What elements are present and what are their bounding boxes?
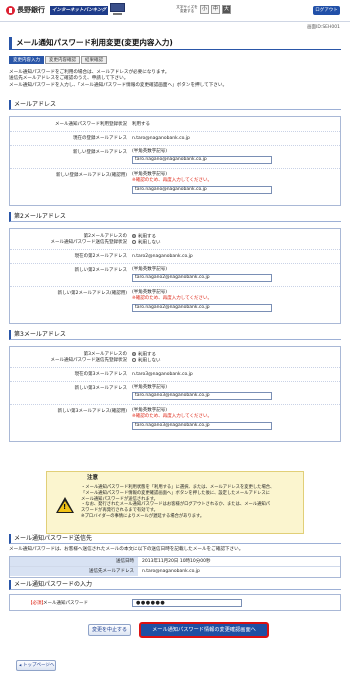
radio-nouse-3[interactable]: 利用しない	[132, 358, 161, 364]
radio-label: 利用しない	[138, 358, 161, 364]
page-title: メール通知パスワード利用変更(変更内容入力)	[9, 37, 341, 50]
radio-on-icon[interactable]	[132, 352, 136, 356]
cancel-button[interactable]: 変更を中止する	[88, 624, 131, 636]
header-bar: 長野銀行 インターネットバンキング 文字サイズを変更する 小 中 大 ログアウト	[0, 0, 350, 22]
section-heading-mail3: 第3メールアドレス	[9, 330, 341, 340]
current-mail2-label: 現在の第2メールアドレス	[74, 254, 127, 259]
radio-off-icon[interactable]	[132, 358, 136, 362]
password-input[interactable]: ●●●●●●	[132, 599, 242, 607]
send-table: 送信日時 2013年11月20日 10時10分00秒 送信先メールアドレス n.…	[9, 556, 341, 578]
new-mail2-hint: (半角英数字記号)	[132, 267, 168, 272]
notice-line: ・メール通知パスワード利用状態を「利用する」に選択、または、メールアドレスを変更…	[81, 485, 275, 490]
confirm-mail3-label: 新しい第3メールアドレス(確認用)	[57, 409, 127, 414]
radio-label: 利用する	[138, 352, 156, 358]
confirm-mail-input[interactable]: taro.nagano@naganobank.co.jp	[132, 186, 272, 194]
status-label: メール通知パスワード利用登録状況	[55, 122, 127, 127]
confirm-mail-label: 新しい登録メールアドレス(確認用)	[55, 173, 127, 178]
current-mail-value: n.taro@naganobank.co.jp	[132, 136, 190, 141]
font-size-small-button[interactable]: 小	[200, 5, 209, 14]
new-mail-hint: (半角英数字記号)	[132, 149, 168, 154]
send-description: メール通知パスワードは、お客様へ送信されたメールの本文に以下の送信日時を記載した…	[9, 547, 244, 552]
confirm-mail3-input[interactable]: taro.nagano3@naganobank.co.jp	[132, 422, 272, 430]
notice-title: 注意	[87, 475, 99, 481]
top-page-button[interactable]: トップページへ	[16, 660, 56, 671]
notice-line: 「メール通知パスワード情報の変更確認画面へ」ボタンを押した後に、設定したメールア…	[81, 490, 270, 496]
font-size-medium-button[interactable]: 中	[211, 5, 220, 14]
table-row: 送信日時 2013年11月20日 10時10分00秒	[10, 557, 340, 567]
current-mail3-label: 現在の第3メールアドレス	[74, 372, 127, 377]
new-mail3-input[interactable]: taro.nagano3@naganobank.co.jp	[132, 392, 272, 400]
new-mail3-label: 新しい第3メールアドレス	[74, 386, 127, 391]
mail-panel: メール通知パスワード利用登録状況 利用する 現在の登録メールアドレス n.tar…	[9, 116, 341, 206]
section-heading-send: メール通知パスワード送信先	[9, 534, 341, 544]
new-mail2-input[interactable]: taro.nagano2@naganobank.co.jp	[132, 274, 272, 282]
intro-text: メール通知パスワードをご利用の場合は、メールアドレスが必要になります。 送信先メ…	[9, 70, 341, 89]
service-badge: インターネットバンキング	[50, 6, 108, 15]
notice-list: ・メール通知パスワード利用状態を「利用する」に選択、または、メールアドレスを変更…	[81, 485, 299, 520]
confirm-mail2-hint: (半角英数字記号)	[132, 290, 168, 295]
send-addr-value: n.taro@naganobank.co.jp	[142, 569, 200, 574]
confirm-mail2-warning: ※確認のため、再度入力してください。	[132, 296, 212, 301]
status3-label: メール通知パスワード送信先登録状況	[50, 358, 128, 363]
radio-on-icon[interactable]	[132, 234, 136, 238]
step-indicator: 変更内容入力 変更内容確認 結果確認	[9, 56, 108, 64]
section-heading-mail: メールアドレス	[9, 100, 341, 110]
confirm-mail2-input[interactable]: taro.nagano2@naganobank.co.jp	[132, 304, 272, 312]
current-mail3-value: n.taro3@naganobank.co.jp	[132, 372, 193, 377]
radio-off-icon[interactable]	[132, 240, 136, 244]
font-size-label: 文字サイズを変更する	[176, 5, 198, 14]
bank-name: 長野銀行	[17, 6, 45, 14]
section-heading-password: メール通知パスワードの入力	[9, 580, 341, 590]
screen-id: 画面ID:SEH001	[307, 25, 340, 30]
password-label: メール通知パスワード	[43, 601, 88, 606]
send-addr-label: 送信先メールアドレス	[10, 567, 138, 576]
notice-box: 注意 ! ・メール通知パスワード利用状態を「利用する」に選択、または、メールアド…	[46, 471, 304, 534]
font-size-large-button[interactable]: 大	[222, 5, 231, 14]
logout-button[interactable]: ログアウト	[313, 6, 340, 15]
page: 長野銀行 インターネットバンキング 文字サイズを変更する 小 中 大 ログアウト…	[0, 0, 350, 684]
new-mail3-hint: (半角英数字記号)	[132, 385, 168, 390]
mail3-panel: 第3メールアドレスの メール通知パスワード送信先登録状況 利用する 利用しない …	[9, 346, 341, 442]
confirm-mail2-label: 新しい第2メールアドレス(確認用)	[57, 291, 127, 296]
intro-line: メール通知パスワードを入力し、「メール通知パスワード情報の変更確認画面へ」ボタン…	[9, 82, 228, 88]
step-confirm: 変更内容確認	[45, 56, 80, 64]
confirm-mail3-warning: ※確認のため、再度入力してください。	[132, 414, 212, 419]
status2-label: メール通知パスワード送信先登録状況	[50, 240, 128, 245]
confirm-mail-hint: (半角英数字記号)	[132, 172, 168, 177]
status2-label: 第2メールアドレスの	[83, 234, 127, 239]
step-result: 結果確認	[81, 56, 107, 64]
step-input: 変更内容入力	[9, 56, 44, 64]
password-panel: 【必須】 メール通知パスワード ●●●●●●	[9, 594, 341, 611]
send-time-label: 送信日時	[10, 557, 138, 566]
confirm-mail-warning: ※確認のため、再度入力してください。	[132, 178, 212, 183]
computer-icon	[110, 3, 125, 16]
status-value: 利用する	[132, 122, 150, 127]
radio-label: 利用しない	[138, 240, 161, 246]
radio-nouse-2[interactable]: 利用しない	[132, 240, 161, 246]
notice-line: ※プロバイダーの事情によりメールが遅延する場合があります。	[81, 513, 205, 519]
radio-label: 利用する	[138, 234, 156, 240]
status3-label: 第3メールアドレスの	[83, 352, 127, 357]
new-mail2-label: 新しい第2メールアドレス	[74, 268, 127, 273]
section-heading-mail2: 第2メールアドレス	[9, 212, 341, 222]
mail2-panel: 第2メールアドレスの メール通知パスワード送信先登録状況 利用する 利用しない …	[9, 228, 341, 324]
current-mail2-value: n.taro2@naganobank.co.jp	[132, 254, 193, 259]
new-mail-input[interactable]: taro.nagano@naganobank.co.jp	[132, 156, 272, 164]
confirm-next-button[interactable]: メール通知パスワード情報の変更確認画面へ	[139, 622, 269, 638]
current-mail-label: 現在の登録メールアドレス	[73, 136, 127, 141]
table-row: 送信先メールアドレス n.taro@naganobank.co.jp	[10, 567, 340, 577]
confirm-mail3-hint: (半角英数字記号)	[132, 408, 168, 413]
send-time-value: 2013年11月20日 10時10分00秒	[142, 559, 211, 564]
bank-logo-icon	[6, 6, 15, 15]
new-mail-label: 新しい登録メールアドレス	[73, 150, 127, 155]
